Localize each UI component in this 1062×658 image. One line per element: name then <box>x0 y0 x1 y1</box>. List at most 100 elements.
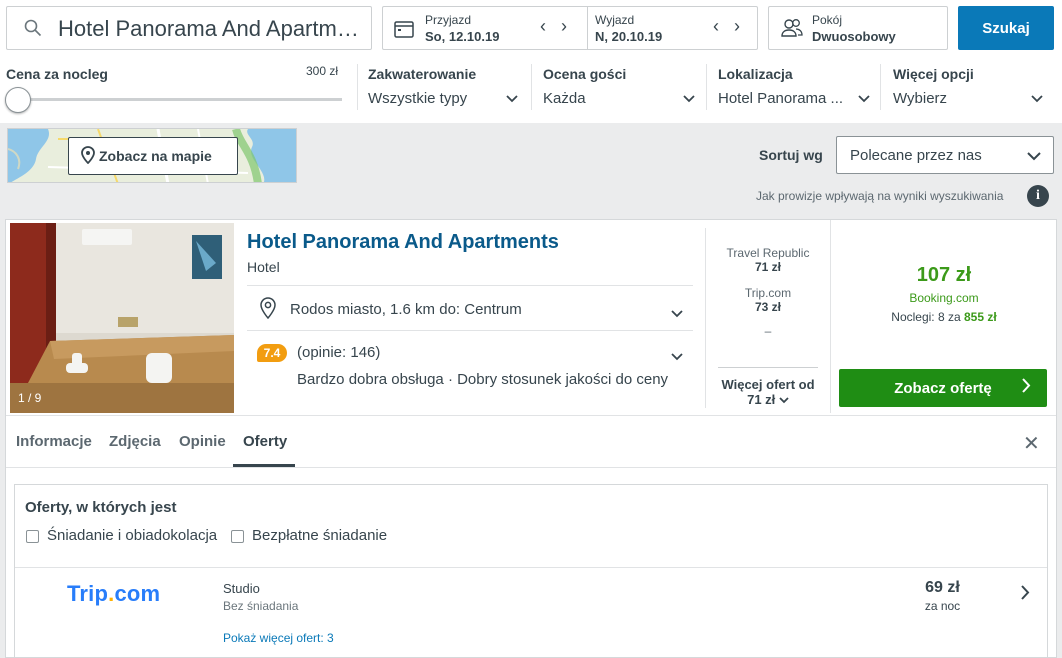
search-icon <box>24 19 42 42</box>
chevron-down-icon[interactable] <box>671 348 683 366</box>
search-input[interactable]: Hotel Panorama And Apartments <box>6 6 372 50</box>
checkin-next-icon[interactable]: › <box>561 16 567 37</box>
offer-price: 69 zł <box>925 579 960 596</box>
hotel-photo[interactable]: 1 / 9 <box>10 223 234 413</box>
checkout-value[interactable]: N, 20.10.19 <box>595 29 662 44</box>
hotel-name[interactable]: Hotel Panorama And Apartments <box>247 231 559 254</box>
show-on-map-label: Zobacz na mapie <box>99 148 212 164</box>
logo-main: Trip <box>67 581 109 606</box>
show-more-offers-link[interactable]: Pokaż więcej ofert: 3 <box>223 631 334 645</box>
guests-icon <box>781 18 803 43</box>
filter-divider <box>357 64 358 110</box>
hotel-type: Hotel <box>247 259 280 275</box>
chevron-right-icon <box>1022 378 1031 397</box>
filter-free-breakfast-label[interactable]: Bezpłatne śniadanie <box>252 527 387 544</box>
accommodation-filter[interactable]: Zakwaterowanie Wszystkie typy <box>368 60 528 115</box>
date-separator <box>587 7 588 49</box>
view-offer-label: Zobacz ofertę <box>894 379 992 397</box>
hotel-location: Rodos miasto, 1.6 km do: Centrum <box>290 301 522 318</box>
sort-select[interactable]: Polecane przez nas <box>836 136 1054 174</box>
chevron-down-icon <box>779 392 789 407</box>
map-pin-icon <box>81 145 95 167</box>
offer-room-name: Studio <box>223 581 260 596</box>
filter-divider <box>880 64 881 110</box>
close-icon[interactable]: ✕ <box>1023 431 1040 456</box>
tab-information[interactable]: Informacje <box>16 433 92 450</box>
date-picker[interactable]: Przyjazd So, 12.10.19 ‹ › Wyjazd N, 20.1… <box>382 6 758 50</box>
checkbox-half-board[interactable] <box>26 530 39 543</box>
hotel-result-card: 1 / 9 Hotel Panorama And Apartments Hote… <box>5 219 1057 658</box>
location-pin-icon <box>260 297 276 324</box>
checkout-next-icon[interactable]: › <box>734 16 740 37</box>
checkout-label: Wyjazd <box>595 13 635 27</box>
room-value: Dwuosobowy <box>812 29 896 44</box>
offer-price-unit: za noc <box>924 599 961 613</box>
chevron-down-icon <box>683 90 695 108</box>
more-offers-price-row: 71 zł <box>706 392 830 407</box>
location-filter-label: Lokalizacja <box>718 66 793 82</box>
nights-text: Noclegi: 8 za <box>891 310 961 324</box>
price-filter: Cena za nocleg 300 zł <box>6 60 346 115</box>
price-slider-handle[interactable] <box>5 87 31 113</box>
trip-com-logo[interactable]: Trip.com <box>67 581 160 607</box>
price-slider-track[interactable] <box>16 98 342 101</box>
more-offers-label: Więcej ofert od <box>721 377 815 392</box>
tab-reviews[interactable]: Opinie <box>179 433 226 450</box>
nights-total-price: 855 zł <box>964 310 997 324</box>
provider-price: 73 zł <box>754 300 781 314</box>
offer-board: Bez śniadania <box>223 599 299 613</box>
divider <box>718 367 818 368</box>
checkout-prev-icon[interactable]: ‹ <box>713 16 719 37</box>
provider-offer[interactable]: Travel Republic 71 zł <box>706 246 830 274</box>
offers-panel: Oferty, w których jest Śniadanie i obiad… <box>14 484 1048 658</box>
room-selector[interactable]: Pokój Dwuosobowy <box>768 6 948 50</box>
provider-offer[interactable]: Trip.com 73 zł <box>706 286 830 314</box>
divider <box>6 415 1056 416</box>
rating-filter-value: Każda <box>543 90 586 107</box>
filter-half-board-label[interactable]: Śniadanie i obiadokolacja <box>47 527 217 544</box>
checkbox-free-breakfast[interactable] <box>231 530 244 543</box>
tab-photos[interactable]: Zdjęcia <box>109 433 161 450</box>
map-thumbnail[interactable]: Zobacz na mapie <box>7 128 297 183</box>
view-offer-button[interactable]: Zobacz ofertę <box>839 369 1047 407</box>
more-options-label: Więcej opcji <box>893 66 974 82</box>
sort-value: Polecane przez nas <box>850 147 982 164</box>
review-count[interactable]: (opinie: 146) <box>297 344 380 361</box>
more-offers-toggle[interactable]: Więcej ofert od 71 zł <box>706 377 830 407</box>
provider-price: 71 zł <box>754 260 781 274</box>
offers-title: Oferty, w których jest <box>25 499 177 516</box>
room-label: Pokój <box>812 13 843 27</box>
review-highlights: Bardzo dobra obsługa · Dobry stosunek ja… <box>297 371 669 388</box>
location-filter[interactable]: Lokalizacja Hotel Panorama ... <box>718 60 880 115</box>
chevron-right-icon[interactable] <box>1021 585 1030 605</box>
chevron-down-icon[interactable] <box>671 305 683 323</box>
chevron-down-icon <box>1027 148 1041 166</box>
sort-label: Sortuj wg <box>759 147 823 163</box>
logo-tail: com <box>114 581 161 606</box>
divider <box>15 567 1047 568</box>
best-price-provider: Booking.com <box>909 291 979 305</box>
provider-name: Trip.com <box>744 286 792 300</box>
search-header: Hotel Panorama And Apartments Przyjazd S… <box>0 0 1062 123</box>
commission-note[interactable]: Jak prowizje wpływają na wyniki wyszukiw… <box>756 189 1003 203</box>
provider-placeholder: – <box>764 324 772 338</box>
tab-offers[interactable]: Oferty <box>243 433 287 450</box>
info-icon[interactable]: i <box>1027 185 1049 207</box>
divider <box>6 467 1056 468</box>
accommodation-value: Wszystkie typy <box>368 90 468 107</box>
calendar-icon <box>394 20 414 43</box>
rating-filter-label: Ocena gości <box>543 66 627 82</box>
more-offers-price: 71 zł <box>747 392 776 407</box>
chevron-down-icon <box>858 90 870 108</box>
rating-badge: 7.4 <box>257 344 287 362</box>
divider <box>247 330 693 331</box>
show-on-map-button[interactable]: Zobacz na mapie <box>68 137 238 175</box>
photo-counter: 1 / 9 <box>18 391 42 405</box>
checkin-prev-icon[interactable]: ‹ <box>540 16 546 37</box>
checkin-value[interactable]: So, 12.10.19 <box>425 29 499 44</box>
divider <box>247 285 693 286</box>
search-button[interactable]: Szukaj <box>958 6 1054 50</box>
rating-filter[interactable]: Ocena gości Każda <box>543 60 705 115</box>
chevron-down-icon <box>506 90 518 108</box>
more-options-filter[interactable]: Więcej opcji Wybierz <box>893 60 1053 115</box>
